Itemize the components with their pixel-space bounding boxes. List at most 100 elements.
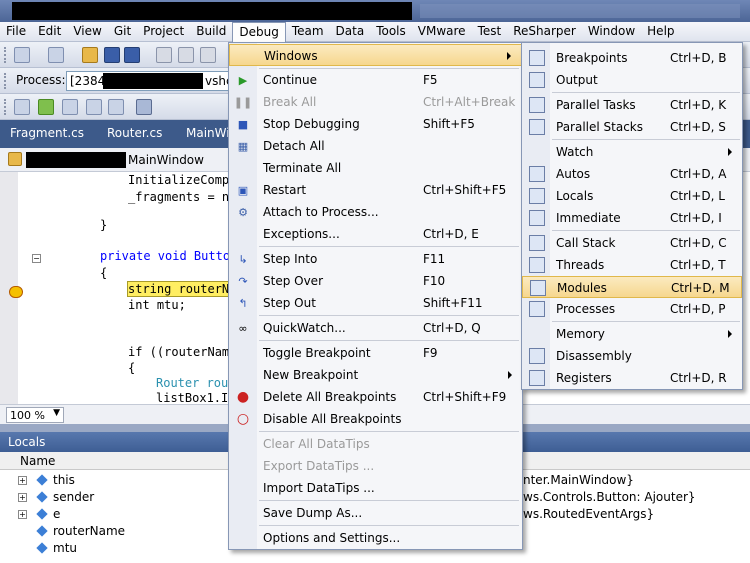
zoom-select[interactable]: 100 % ▼	[6, 407, 64, 423]
windows-menu-immediate[interactable]: Immediate Ctrl+D, I	[522, 207, 742, 229]
debug-menu-exceptions[interactable]: Exceptions... Ctrl+D, E	[229, 223, 522, 245]
windows-menu-modules[interactable]: Modules Ctrl+D, M	[522, 276, 742, 298]
windows-menu-parallel-tasks[interactable]: Parallel Tasks Ctrl+D, K	[522, 94, 742, 116]
windows-menu-watch[interactable]: Watch	[522, 141, 742, 163]
disassembly-icon	[529, 348, 545, 364]
code-line: Router rou	[156, 376, 229, 390]
windows-menu-registers[interactable]: Registers Ctrl+D, R	[522, 367, 742, 389]
menu-build[interactable]: Build	[190, 22, 232, 42]
debug-menu-quickwatch[interactable]: ∞ QuickWatch... Ctrl+D, Q	[229, 317, 522, 339]
debug-menu-break-all[interactable]: ❚❚ Break All Ctrl+Alt+Break	[229, 91, 522, 113]
menu-separator	[259, 500, 519, 501]
debug-menu-attach-to-process[interactable]: ⚙ Attach to Process...	[229, 201, 522, 223]
menu-help[interactable]: Help	[641, 22, 680, 42]
debug-menu-clear-all-datatips[interactable]: Clear All DataTips	[229, 433, 522, 455]
menu-file[interactable]: File	[0, 22, 32, 42]
toolbar-grip[interactable]	[4, 73, 7, 89]
menu-test[interactable]: Test	[472, 22, 508, 42]
debug-menu-windows[interactable]: Windows	[229, 44, 522, 66]
submenu-arrow-icon	[728, 148, 732, 156]
debug-menu-terminate-all[interactable]: Terminate All	[229, 157, 522, 179]
code-line: _fragments = n	[128, 190, 230, 204]
code-line: private void Butto	[100, 249, 231, 263]
expand-icon[interactable]: +	[18, 476, 27, 485]
cut-icon[interactable]	[156, 47, 172, 63]
windows-menu-call-stack[interactable]: Call Stack Ctrl+D, C	[522, 232, 742, 254]
uncomment-icon[interactable]	[86, 99, 102, 115]
tab-mainwindow[interactable]: MainWi	[186, 126, 230, 140]
windows-menu-autos[interactable]: Autos Ctrl+D, A	[522, 163, 742, 185]
debug-menu-detach-all[interactable]: ▦ Detach All	[229, 135, 522, 157]
tab-fragment-cs[interactable]: Fragment.cs	[10, 126, 84, 140]
debug-menu-export-datatips[interactable]: Export DataTips ...	[229, 455, 522, 477]
gear-icon[interactable]	[38, 99, 54, 115]
debug-menu-stop-debugging[interactable]: ■ Stop Debugging Shift+F5	[229, 113, 522, 135]
windows-menu-processes[interactable]: Processes Ctrl+D, P	[522, 298, 742, 320]
windows-menu-breakpoints[interactable]: Breakpoints Ctrl+D, B	[522, 47, 742, 69]
debug-menu-restart[interactable]: ▣ Restart Ctrl+Shift+F5	[229, 179, 522, 201]
debug-menu-delete-all-breakpoints[interactable]: ● Delete All Breakpoints Ctrl+Shift+F9	[229, 386, 522, 408]
process-select[interactable]: [2384] vshc	[66, 71, 232, 91]
menu-tools[interactable]: Tools	[370, 22, 412, 42]
debug-menu-import-datatips[interactable]: Import DataTips ...	[229, 477, 522, 499]
step-icon[interactable]	[14, 99, 30, 115]
threads-icon	[529, 257, 545, 273]
windows-menu-threads[interactable]: Threads Ctrl+D, T	[522, 254, 742, 276]
expand-icon[interactable]: +	[18, 510, 27, 519]
debug-menu-disable-all-breakpoints[interactable]: ○ Disable All Breakpoints	[229, 408, 522, 430]
copy-icon[interactable]	[178, 47, 194, 63]
debug-menu-new-breakpoint[interactable]: New Breakpoint	[229, 364, 522, 386]
save-all-icon[interactable]	[124, 47, 140, 63]
windows-menu-memory[interactable]: Memory	[522, 323, 742, 345]
menu-separator	[259, 525, 519, 526]
toolbar-grip[interactable]	[4, 47, 7, 63]
type-selector[interactable]: MainWindow	[128, 153, 204, 167]
menu-edit[interactable]: Edit	[32, 22, 67, 42]
menu-team[interactable]: Team	[286, 22, 330, 42]
field-icon	[36, 508, 48, 520]
windows-menu-locals[interactable]: Locals Ctrl+D, L	[522, 185, 742, 207]
debug-menu-step-over[interactable]: ↷ Step Over F10	[229, 270, 522, 292]
save-icon[interactable]	[104, 47, 120, 63]
parallel-tasks-icon	[529, 97, 545, 113]
menu-window[interactable]: Window	[582, 22, 641, 42]
toolbar-grip[interactable]	[4, 99, 7, 115]
field-icon	[36, 491, 48, 503]
code-line: {	[128, 361, 136, 375]
menu-resharper[interactable]: ReSharper	[507, 22, 582, 42]
autos-window-icon	[529, 166, 545, 182]
modules-icon	[530, 280, 546, 296]
debug-menu-toggle-breakpoint[interactable]: Toggle Breakpoint F9	[229, 342, 522, 364]
debug-menu-save-dump-as[interactable]: Save Dump As...	[229, 502, 522, 524]
find-icon[interactable]	[136, 99, 152, 115]
redacted-title	[12, 2, 412, 20]
debug-menu-step-out[interactable]: ↰ Step Out Shift+F11	[229, 292, 522, 314]
menu-view[interactable]: View	[67, 22, 107, 42]
tab-router-cs[interactable]: Router.cs	[107, 126, 162, 140]
add-item-icon[interactable]	[48, 47, 64, 63]
menu-data[interactable]: Data	[330, 22, 371, 42]
menu-vmware[interactable]: VMware	[412, 22, 472, 42]
windows-menu-parallel-stacks[interactable]: Parallel Stacks Ctrl+D, S	[522, 116, 742, 138]
name-column-header[interactable]: Name	[20, 454, 55, 468]
pause-icon: ❚❚	[233, 95, 253, 109]
new-project-icon[interactable]	[14, 47, 30, 63]
collapse-icon[interactable]: −	[32, 254, 41, 263]
windows-menu-output[interactable]: Output	[522, 69, 742, 91]
menu-separator	[259, 340, 519, 341]
menu-git[interactable]: Git	[108, 22, 137, 42]
step-out-icon: ↰	[238, 296, 248, 310]
menu-debug[interactable]: Debug	[232, 22, 286, 42]
bookmark-icon[interactable]	[108, 99, 124, 115]
submenu-arrow-icon	[728, 330, 732, 338]
expand-icon[interactable]: +	[18, 493, 27, 502]
comment-icon[interactable]	[62, 99, 78, 115]
open-folder-icon[interactable]	[82, 47, 98, 63]
debug-menu-continue[interactable]: ▶ Continue F5	[229, 69, 522, 91]
play-icon: ▶	[238, 73, 248, 87]
menu-project[interactable]: Project	[137, 22, 190, 42]
debug-menu-step-into[interactable]: ↳ Step Into F11	[229, 248, 522, 270]
windows-menu-disassembly[interactable]: Disassembly	[522, 345, 742, 367]
paste-icon[interactable]	[200, 47, 216, 63]
debug-menu-options-and-settings[interactable]: Options and Settings...	[229, 527, 522, 549]
